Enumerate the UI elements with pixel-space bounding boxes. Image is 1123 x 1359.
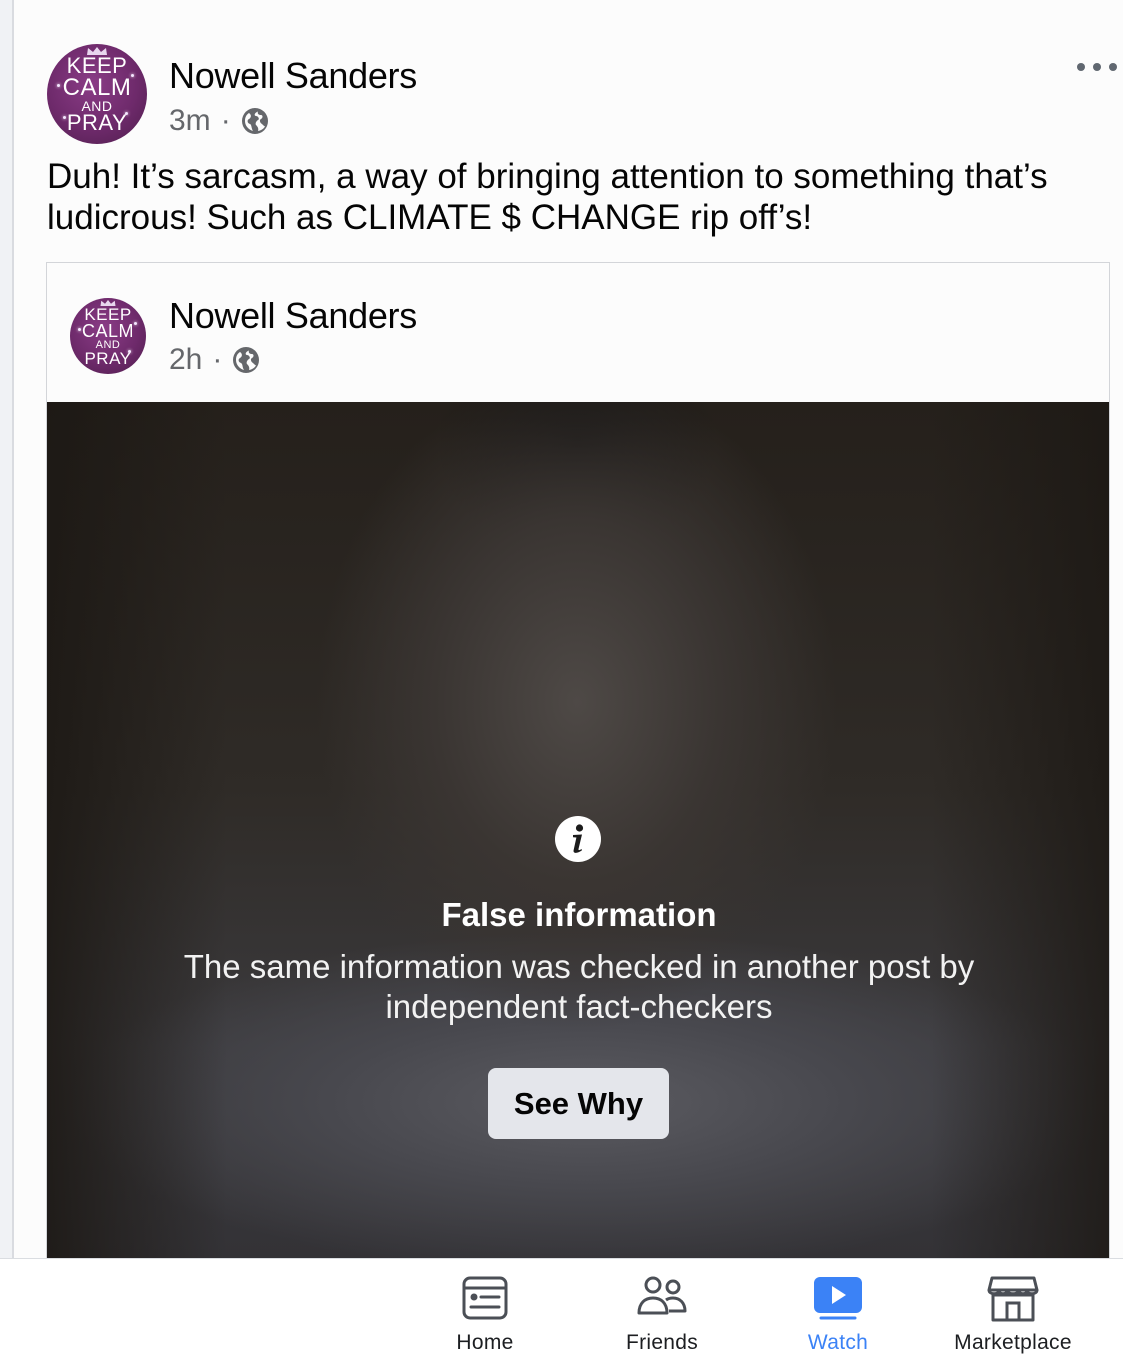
more-options-icon (1109, 63, 1117, 71)
shared-post[interactable]: KEEP CALM AND PRAY Nowell Sanders 2h · F… (46, 262, 1110, 1258)
post-author-name[interactable]: Nowell Sanders (169, 55, 417, 97)
home-feed-icon (462, 1276, 508, 1320)
shared-post-meta: 2h · (169, 343, 260, 377)
sparkle-decoration (57, 84, 60, 87)
more-options-icon (1077, 63, 1085, 71)
left-rail (0, 0, 14, 1258)
avatar-text-calm: CALM (81, 321, 134, 342)
meta-separator: · (220, 104, 231, 137)
blurred-image-shade (931, 402, 1109, 1258)
avatar-text-pray: PRAY (66, 109, 128, 135)
shared-author-avatar[interactable]: KEEP CALM AND PRAY (70, 298, 146, 374)
fact-check-cover[interactable]: False information The same information w… (47, 402, 1109, 1258)
tab-marketplace-label: Marketplace (954, 1331, 1072, 1354)
watch-video-icon (814, 1277, 862, 1320)
tab-watch[interactable]: Watch (753, 1259, 923, 1359)
info-icon (555, 816, 601, 862)
fact-check-description: The same information was checked in anot… (183, 948, 975, 1025)
see-why-button[interactable]: See Why (488, 1068, 669, 1139)
globe-icon (233, 347, 260, 373)
globe-icon (241, 108, 268, 134)
page: KEEP CALM AND PRAY Nowell Sanders 3m · D… (0, 0, 1123, 1359)
sparkle-decoration (128, 350, 131, 353)
sparkle-decoration (131, 74, 134, 77)
shared-author-name[interactable]: Nowell Sanders (169, 295, 417, 337)
tab-marketplace[interactable]: Marketplace (928, 1259, 1098, 1359)
post-meta: 3m · (169, 104, 269, 138)
shared-post-timestamp[interactable]: 2h (169, 343, 202, 377)
author-avatar[interactable]: KEEP CALM AND PRAY (47, 44, 147, 144)
tab-watch-label: Watch (807, 1331, 869, 1354)
avatar-text-pray: PRAY (84, 348, 132, 368)
sparkle-decoration (63, 116, 66, 119)
post-timestamp[interactable]: 3m (169, 104, 211, 138)
tab-friends-label: Friends (625, 1331, 699, 1354)
meta-separator: · (212, 343, 223, 376)
sparkle-decoration (134, 322, 137, 325)
marketplace-store-icon (987, 1276, 1039, 1322)
tab-home[interactable]: Home (400, 1259, 570, 1359)
post-text: Duh! It’s sarcasm, a way of bringing att… (47, 157, 1048, 237)
blurred-image-shade (47, 402, 227, 1258)
tab-friends[interactable]: Friends (577, 1259, 747, 1359)
feed-post: KEEP CALM AND PRAY Nowell Sanders 3m · D… (14, 0, 1123, 1258)
more-options-button[interactable] (1077, 56, 1117, 78)
sparkle-decoration (125, 112, 128, 115)
bottom-tab-bar: Home Friends Watch Marketplace (0, 1258, 1123, 1359)
more-options-icon (1093, 63, 1101, 71)
friends-icon (637, 1276, 687, 1315)
tab-home-label: Home (456, 1331, 514, 1354)
fact-check-title: False information (441, 896, 717, 933)
avatar-text-calm: CALM (62, 73, 132, 101)
sparkle-decoration (78, 328, 81, 331)
